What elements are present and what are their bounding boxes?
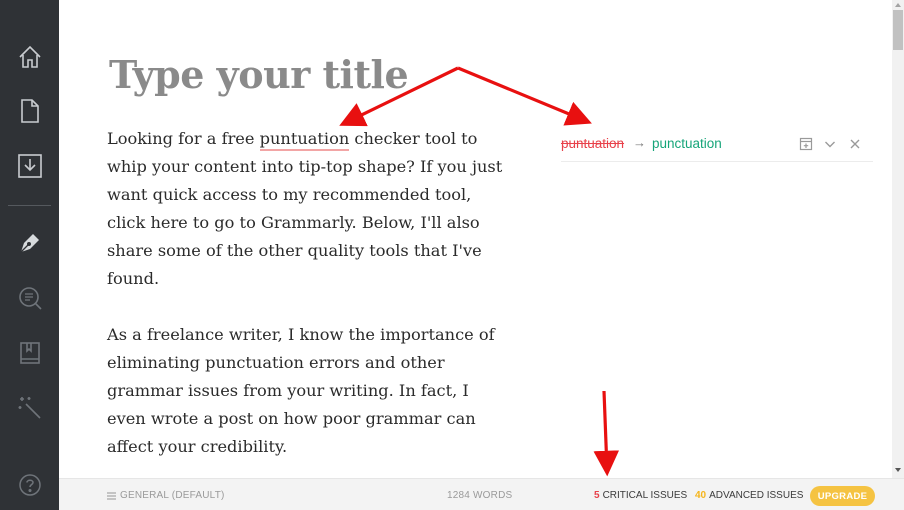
help-icon bbox=[18, 474, 41, 496]
advanced-issues-count: 40 bbox=[695, 490, 707, 501]
suggestion-original: puntuation bbox=[561, 136, 625, 151]
editor-pen-button[interactable] bbox=[0, 221, 59, 265]
new-document-button[interactable] bbox=[0, 89, 59, 133]
advanced-issues-button[interactable]: 40 ADVANCED ISSUES bbox=[695, 490, 803, 501]
search-button[interactable] bbox=[0, 276, 59, 320]
pen-icon bbox=[20, 234, 39, 253]
text-span: Looking for a free bbox=[107, 129, 260, 148]
home-button[interactable] bbox=[0, 35, 59, 79]
search-icon bbox=[18, 287, 42, 310]
misspelled-word[interactable]: puntuation bbox=[259, 129, 350, 151]
title-placeholder[interactable]: Type your title bbox=[109, 52, 409, 97]
paragraph[interactable]: As a freelance writer, I know the import… bbox=[107, 321, 507, 461]
book-icon bbox=[19, 342, 40, 364]
suggestion-card[interactable]: puntuation → punctuation bbox=[561, 130, 873, 162]
magic-wand-icon bbox=[18, 397, 41, 419]
suggestion-arrow: → bbox=[633, 135, 646, 150]
menu-icon bbox=[107, 491, 116, 500]
document-icon bbox=[20, 99, 39, 123]
goals-label: GENERAL (DEFAULT) bbox=[120, 490, 225, 501]
home-icon bbox=[18, 45, 41, 68]
upgrade-button[interactable]: UPGRADE bbox=[810, 486, 875, 506]
sidebar bbox=[0, 0, 59, 510]
dictionary-button[interactable] bbox=[0, 331, 59, 375]
scroll-up-icon[interactable] bbox=[892, 0, 904, 10]
critical-issues-label: CRITICAL ISSUES bbox=[602, 490, 688, 501]
paragraph[interactable]: Looking for a free puntuation checker to… bbox=[107, 125, 507, 293]
text-span: checker tool to whip your content into t… bbox=[107, 129, 503, 288]
sidebar-divider bbox=[8, 205, 51, 206]
text-span: As a freelance writer, I know the import… bbox=[107, 325, 495, 456]
expand-icon[interactable] bbox=[823, 137, 837, 151]
goals-selector[interactable]: GENERAL (DEFAULT) bbox=[107, 490, 225, 501]
add-to-dictionary-icon[interactable] bbox=[799, 137, 813, 151]
editor-area[interactable]: Type your title Looking for a free puntu… bbox=[59, 0, 892, 478]
suggestion-replacement[interactable]: punctuation bbox=[652, 136, 722, 151]
scroll-down-icon[interactable] bbox=[892, 464, 904, 476]
download-icon bbox=[17, 154, 42, 178]
download-button[interactable] bbox=[0, 144, 59, 188]
critical-issues-count: 5 bbox=[594, 490, 600, 501]
scroll-thumb[interactable] bbox=[893, 10, 903, 50]
dismiss-icon[interactable] bbox=[848, 137, 862, 151]
word-count[interactable]: 1284 WORDS bbox=[447, 490, 512, 501]
help-button[interactable] bbox=[0, 463, 59, 507]
advanced-issues-label: ADVANCED ISSUES bbox=[709, 490, 804, 501]
magic-button[interactable] bbox=[0, 386, 59, 430]
vertical-scrollbar[interactable] bbox=[892, 0, 904, 478]
critical-issues-button[interactable]: 5 CRITICAL ISSUES bbox=[594, 490, 687, 501]
status-bar: GENERAL (DEFAULT) 1284 WORDS 5 CRITICAL I… bbox=[59, 478, 904, 510]
